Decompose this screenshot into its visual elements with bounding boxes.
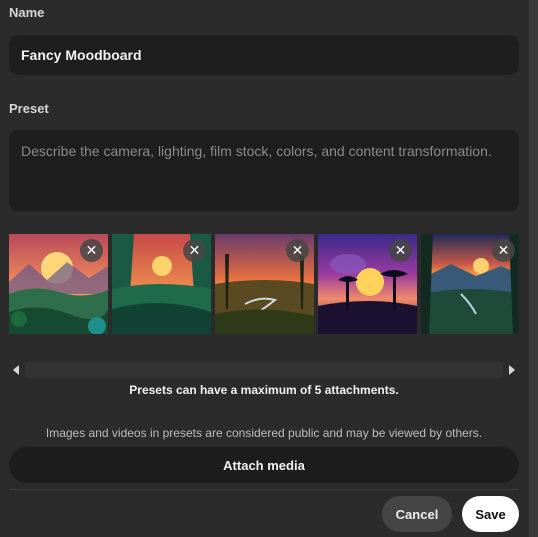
remove-attachment-button[interactable]: ✕ — [389, 239, 412, 262]
scroll-left-arrow-icon[interactable] — [13, 365, 19, 375]
preset-description-input[interactable] — [9, 130, 519, 211]
attachment-thumbnail[interactable]: ✕ — [318, 234, 417, 334]
close-icon: ✕ — [85, 242, 98, 258]
remove-attachment-button[interactable]: ✕ — [80, 239, 103, 262]
close-icon: ✕ — [497, 242, 510, 258]
preset-label: Preset — [9, 101, 49, 116]
attachment-limit-note: Presets can have a maximum of 5 attachme… — [129, 383, 399, 397]
name-input[interactable] — [9, 35, 519, 75]
footer-divider — [9, 489, 519, 490]
attachment-thumbnail[interactable]: ✕ — [215, 234, 314, 334]
attach-media-button[interactable]: Attach media — [9, 447, 519, 483]
close-icon: ✕ — [394, 242, 407, 258]
attachments-scrollbar[interactable] — [9, 362, 519, 378]
name-label: Name — [9, 5, 45, 20]
remove-attachment-button[interactable]: ✕ — [183, 239, 206, 262]
scroll-right-arrow-icon[interactable] — [509, 365, 515, 375]
attachments-strip[interactable]: ✕ ✕ ✕ ✕ ✕ — [9, 234, 519, 334]
preset-editor-panel: Name Preset ✕ — [0, 0, 529, 537]
attachment-thumbnail[interactable]: ✕ — [9, 234, 108, 334]
public-visibility-note: Images and videos in presets are conside… — [45, 426, 483, 440]
close-icon: ✕ — [188, 242, 201, 258]
window-edge — [529, 0, 538, 537]
remove-attachment-button[interactable]: ✕ — [286, 239, 309, 262]
cancel-button[interactable]: Cancel — [382, 496, 452, 532]
remove-attachment-button[interactable]: ✕ — [492, 239, 515, 262]
attachment-thumbnail[interactable]: ✕ — [421, 234, 519, 334]
attachment-thumbnail[interactable]: ✕ — [112, 234, 211, 334]
save-button[interactable]: Save — [462, 496, 519, 532]
scrollbar-track[interactable] — [25, 362, 503, 378]
close-icon: ✕ — [291, 242, 304, 258]
